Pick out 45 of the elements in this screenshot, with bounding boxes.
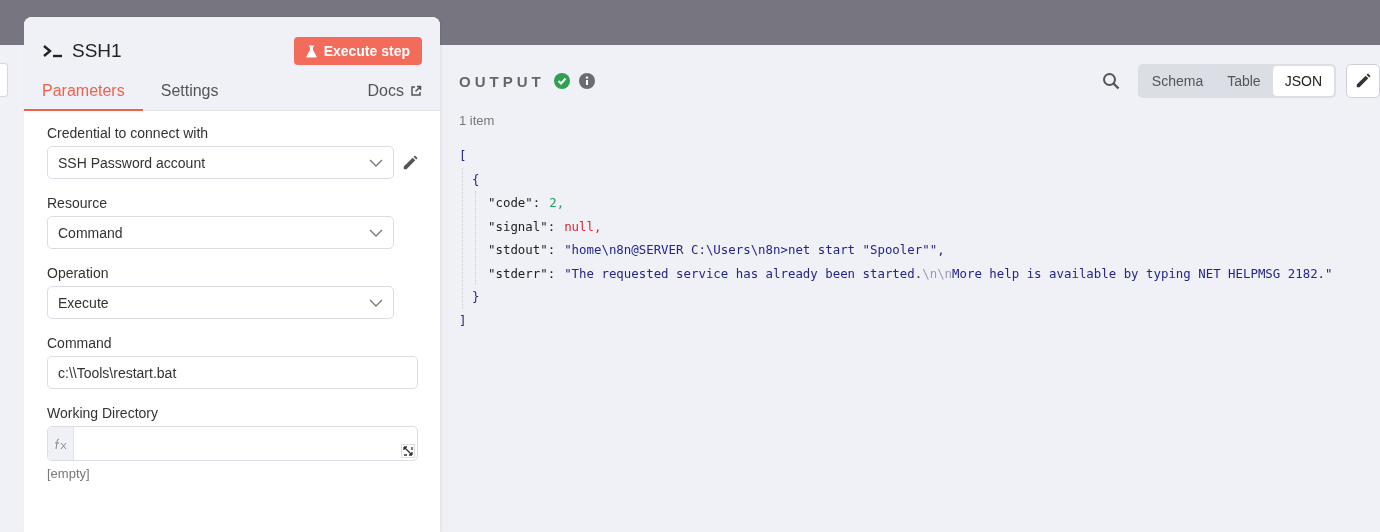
json-bracket: [	[459, 148, 467, 164]
json-value: null,	[564, 218, 602, 234]
panel-tab[interactable]: Settings	[142, 82, 237, 111]
terminal-icon	[42, 44, 64, 58]
field-label: Credential to connect with	[47, 125, 210, 141]
json-bracket: ]	[459, 312, 467, 328]
flask-icon	[305, 44, 317, 58]
json-value: "The requested service has already been started.\n\nMore help is available by typing NET HELPMSG 2182."	[564, 265, 1333, 281]
field-label: Command	[47, 335, 113, 351]
expression-field[interactable]	[47, 426, 418, 461]
view-tab[interactable]: Table	[1215, 66, 1273, 96]
json-key: "code":	[488, 195, 541, 211]
json-brace: }	[472, 289, 480, 305]
select-field[interactable]: Execute	[47, 286, 394, 319]
view-tab[interactable]: JSON	[1272, 66, 1334, 96]
chevron-down-icon	[369, 228, 383, 237]
external-link-icon	[410, 85, 422, 97]
field-label: Working Directory	[47, 405, 159, 421]
search-icon[interactable]	[1101, 72, 1120, 90]
expand-icon[interactable]	[401, 444, 415, 458]
pencil-icon[interactable]	[402, 153, 418, 172]
item-count: 1 item	[459, 113, 496, 128]
json-key: "stdout":	[488, 242, 556, 258]
select-field[interactable]: Command	[47, 216, 394, 249]
text-input[interactable]: c:\\Tools\restart.bat	[47, 356, 418, 389]
docs-link[interactable]: Docs	[367, 82, 422, 110]
view-tab[interactable]: Schema	[1139, 66, 1216, 96]
output-title: OUTPUT	[459, 72, 545, 90]
json-value: 2,	[549, 195, 565, 211]
json-key: "stderr":	[488, 265, 556, 281]
field-label: Resource	[47, 195, 108, 211]
chevron-down-icon	[369, 158, 383, 167]
field-label: Operation	[47, 265, 110, 281]
canvas-node-edge	[0, 63, 8, 97]
json-brace: {	[472, 171, 480, 187]
node-title: SSH1	[72, 40, 122, 62]
pencil-icon	[1355, 73, 1371, 89]
info-icon[interactable]	[578, 73, 595, 89]
fx-icon	[48, 427, 74, 460]
edit-output-button[interactable]	[1346, 64, 1380, 98]
empty-hint: [empty]	[47, 466, 91, 481]
json-value: "home\n8n@SERVER C:\Users\n8n>net start "Spooler"",	[564, 242, 945, 258]
json-key: "signal":	[488, 218, 556, 234]
select-field[interactable]: SSH Password account	[47, 146, 394, 179]
chevron-down-icon	[369, 298, 383, 307]
